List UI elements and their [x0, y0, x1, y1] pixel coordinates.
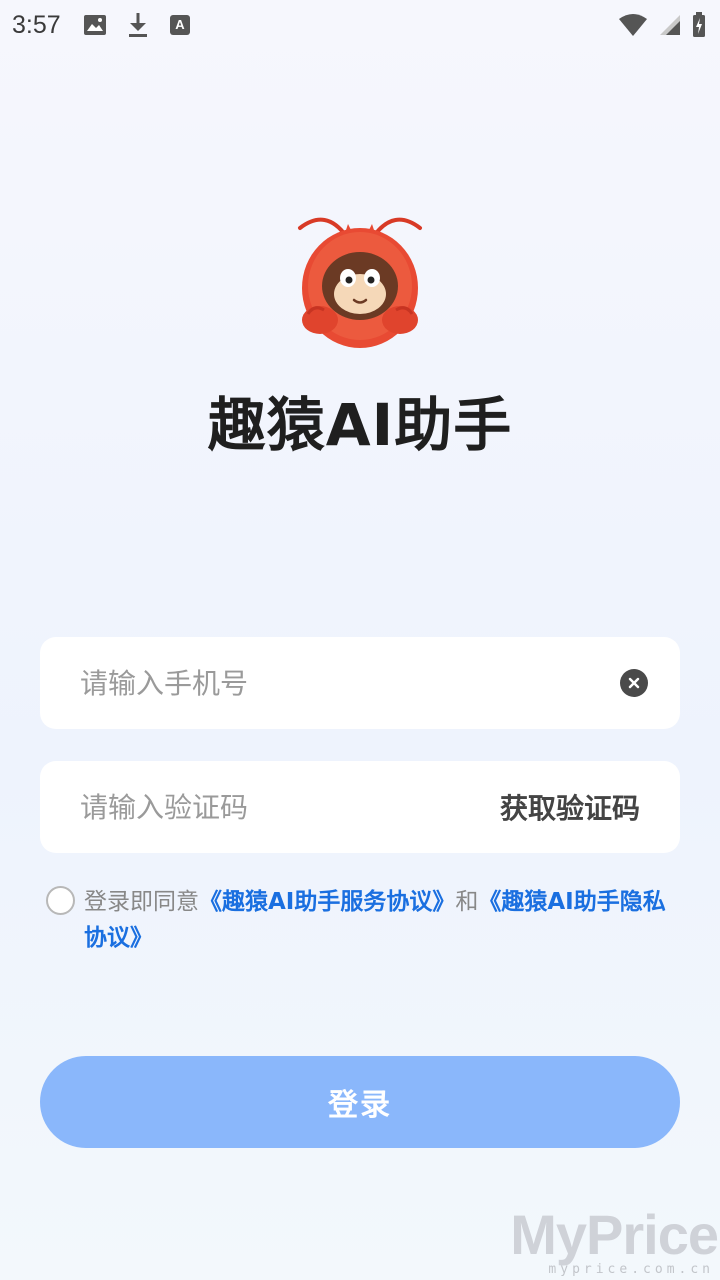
agreement-text: 登录即同意《趣猿AI助手服务协议》和《趣猿AI助手隐私协议》 [84, 884, 676, 956]
agreement-row: 登录即同意《趣猿AI助手服务协议》和《趣猿AI助手隐私协议》 [46, 884, 676, 956]
login-button[interactable]: 登录 [40, 1056, 680, 1148]
status-bar: 3:57 A [0, 0, 720, 50]
status-time: 3:57 [12, 10, 61, 39]
phone-field-container [40, 637, 680, 729]
status-left: 3:57 A [12, 11, 191, 40]
battery-charging-icon [692, 12, 706, 38]
watermark: MyPrice myprice.com.cn [510, 1200, 720, 1280]
font-icon: A [169, 14, 191, 36]
svg-text:A: A [175, 17, 185, 32]
status-right [618, 12, 708, 38]
watermark-logo: MyPrice [510, 1203, 719, 1266]
phone-input[interactable] [80, 666, 620, 700]
agreement-checkbox[interactable] [46, 886, 75, 915]
clear-icon[interactable] [620, 669, 648, 697]
get-code-button[interactable]: 获取验证码 [500, 787, 640, 827]
signal-icon [658, 13, 682, 37]
wifi-icon [618, 13, 648, 37]
status-notification-icons: A [83, 12, 191, 38]
service-agreement-link[interactable]: 《趣猿AI助手服务协议》 [199, 889, 455, 915]
code-field-container: 获取验证码 [40, 761, 680, 853]
verification-code-input[interactable] [80, 790, 500, 824]
download-icon [127, 12, 149, 38]
agreement-prefix: 登录即同意 [84, 889, 199, 915]
app-logo [296, 206, 424, 352]
watermark-url: myprice.com.cn [548, 1262, 714, 1277]
agreement-conjunction: 和 [455, 889, 479, 915]
image-icon [83, 14, 107, 36]
app-title: 趣猿AI助手 [207, 391, 513, 459]
